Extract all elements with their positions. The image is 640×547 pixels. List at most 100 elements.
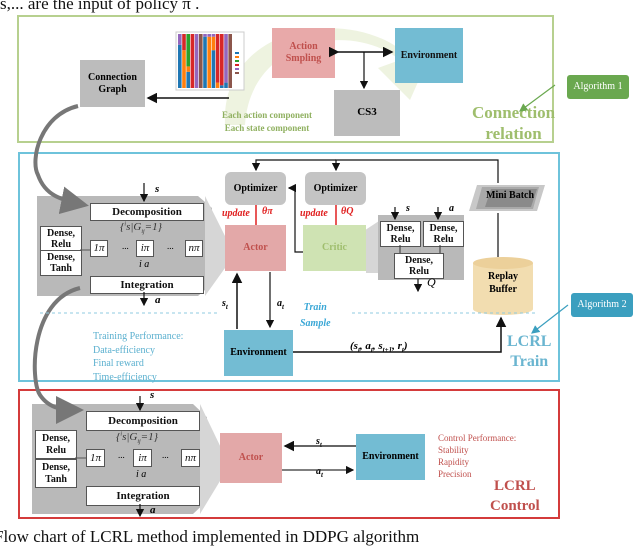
- control-performance-list: Control Performance: Stability Rapidity …: [438, 432, 516, 481]
- critic-optimizer-box: Optimizer: [305, 172, 366, 205]
- control-performance-item: Rapidity: [438, 457, 469, 468]
- control-action-label: at: [316, 466, 323, 479]
- train-pi-first-label: 1π: [93, 242, 105, 255]
- connection-graph-box: Connection Graph: [80, 60, 145, 107]
- train-sample-line1: Train: [303, 302, 327, 313]
- train-environment-box: Environment: [224, 330, 293, 376]
- train-actor-label: Actor: [243, 242, 268, 253]
- control-performance-title: Control Performance:: [438, 433, 517, 443]
- thumbnail-bar-segment: [220, 85, 224, 88]
- control-pi-last-box: nπ: [181, 449, 200, 467]
- control-sub-action-label: i a: [136, 469, 147, 480]
- train-pi-first-box: 1π: [90, 240, 108, 257]
- train-state-label: st: [222, 298, 228, 311]
- control-pi-mid-label: iπ: [138, 451, 147, 464]
- thumbnail-bar-segment: [215, 82, 220, 88]
- control-policy-output-a: a: [150, 504, 156, 516]
- component-note-state: Each state component: [224, 122, 310, 133]
- control-pi-last-label: nπ: [184, 451, 196, 464]
- critic-input-a: a: [449, 203, 454, 214]
- train-title-line1: LCRL: [507, 333, 552, 350]
- actor-theta-label: θπ: [262, 206, 273, 217]
- thumbnail-bar-segment: [203, 36, 207, 88]
- train-policy-input-s: s: [155, 183, 160, 195]
- train-title-line2: Train: [510, 353, 549, 370]
- algorithm-1-badge[interactable]: Algorithm 1: [567, 75, 629, 99]
- control-pi-first-box: 1π: [86, 449, 105, 467]
- transition-tuple-label: (st, at, st+1, rt): [350, 340, 408, 355]
- algorithm-2-label: Algorithm 2: [577, 299, 627, 310]
- train-dense-tanh-box: Dense, Tanh: [40, 250, 82, 276]
- thumbnail-bar-segment: [194, 34, 199, 88]
- control-performance-item: Stability: [438, 445, 469, 456]
- critic-dense-relu-2-label: Dense, Relu: [429, 222, 458, 246]
- control-dense-relu-label: Dense, Relu: [41, 433, 71, 456]
- training-performance-item: Data-efficiency: [93, 344, 155, 356]
- critic-optimizer-label: Optimizer: [313, 182, 358, 194]
- thumbnail-stacked-bar-chart: [175, 31, 245, 91]
- thumbnail-bar-segment: [211, 36, 216, 51]
- control-subset-label: {is|Gij=1}: [116, 431, 158, 446]
- train-action-label: at: [277, 298, 284, 311]
- thumbnail-bar-segment: [207, 36, 211, 88]
- component-note-action: Each action component: [222, 110, 312, 120]
- thumbnail-bar-segment: [199, 34, 203, 88]
- control-actor-box: Actor: [220, 433, 282, 483]
- thumbnail-bar-segment: [211, 34, 216, 37]
- train-dense-relu-box: Dense, Relu: [40, 226, 82, 252]
- connection-title-line2: relation: [485, 124, 542, 144]
- thumbnail-bar-segment: [186, 66, 190, 72]
- critic-output-q: Q: [427, 275, 436, 289]
- control-dense-tanh-label: Dense, Tanh: [41, 462, 71, 485]
- thumbnail-bar-segment: [182, 34, 186, 51]
- control-dense-tanh-box: Dense, Tanh: [35, 459, 77, 488]
- mini-batch-label: Mini Batch: [486, 190, 535, 201]
- train-environment-label: Environment: [230, 347, 287, 358]
- train-dots-2: ...: [167, 241, 174, 251]
- thumbnail-legend-swatch: [235, 52, 239, 54]
- critic-dense-relu-1: Dense, Relu: [380, 221, 421, 247]
- critic-dense-relu-3: Dense, Relu: [394, 253, 444, 279]
- control-decomposition-box: Decomposition: [86, 411, 200, 431]
- actor-optimizer-box: Optimizer: [225, 172, 286, 205]
- train-pi-last-label: nπ: [188, 242, 200, 255]
- critic-box: Critic: [303, 225, 366, 271]
- training-performance-list: Training Performance: Data-efficiency Fi…: [93, 330, 183, 384]
- control-pi-first-label: 1π: [89, 451, 101, 464]
- control-pi-mid-box: iπ: [133, 449, 152, 467]
- control-title-line2: Control: [490, 497, 540, 514]
- thumbnail-bar-segment: [178, 34, 182, 45]
- connection-relation-title: Connection relation: [472, 102, 555, 145]
- thumbnail-bar-segment: [186, 34, 190, 67]
- train-sub-action-label: i a: [139, 259, 150, 270]
- connection-environment-label: Environment: [400, 49, 458, 61]
- train-dense-relu-label: Dense, Relu: [46, 227, 76, 251]
- train-pi-mid-label: iπ: [140, 242, 150, 255]
- thumbnail-legend-swatch: [235, 60, 239, 62]
- critic-theta-label: θQ: [341, 206, 354, 217]
- thumbnail-bar-segment: [215, 34, 220, 83]
- connection-environment-box: Environment: [395, 28, 463, 83]
- critic-update-label: update: [300, 208, 328, 219]
- train-subset-label: {is|Gij=1}: [120, 221, 162, 236]
- actor-optimizer-label: Optimizer: [233, 182, 278, 194]
- thumbnail-legend-swatch: [235, 72, 239, 74]
- thumbnail-bar-segment: [224, 82, 228, 88]
- training-performance-title: Training Performance:: [93, 331, 184, 342]
- actor-update-label: update: [222, 208, 250, 219]
- control-integration-box: Integration: [86, 486, 200, 506]
- action-sampling-box: Action Smpling: [272, 28, 335, 78]
- train-decomposition-box: Decomposition: [90, 203, 204, 221]
- control-policy-input-s: s: [150, 389, 155, 401]
- control-dots-2: ...: [162, 450, 169, 460]
- thumbnail-bar-segment: [186, 71, 190, 88]
- thumbnail-legend-swatch: [235, 68, 239, 70]
- train-dense-tanh-label: Dense, Tanh: [46, 251, 76, 275]
- control-dots-1: ...: [118, 450, 125, 460]
- train-pi-last-box: nπ: [185, 240, 203, 257]
- thumbnail-bar-segment: [178, 44, 182, 88]
- algorithm-2-badge[interactable]: Algorithm 2: [571, 293, 633, 317]
- control-environment-label: Environment: [362, 451, 419, 462]
- action-sampling-label: Action Smpling: [285, 41, 322, 64]
- critic-dense-relu-1-label: Dense, Relu: [386, 222, 415, 246]
